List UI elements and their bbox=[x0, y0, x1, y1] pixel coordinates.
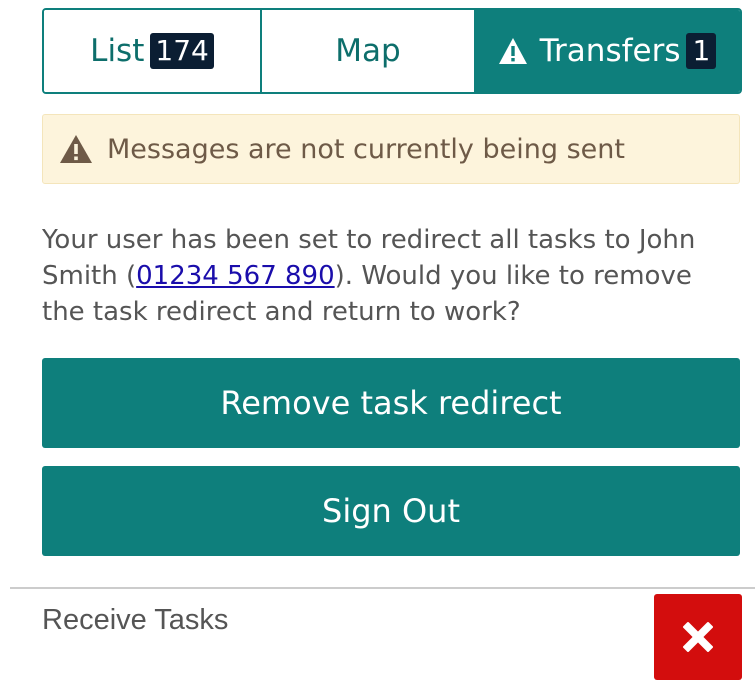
warning-icon bbox=[498, 38, 527, 64]
tab-list-label: List bbox=[90, 33, 145, 69]
tab-transfers-label: Transfers bbox=[539, 33, 681, 69]
receive-tasks-label: Receive Tasks bbox=[42, 604, 229, 636]
tab-map[interactable]: Map bbox=[262, 10, 474, 92]
tab-list-count-badge: 174 bbox=[150, 33, 214, 69]
messages-alert: Messages are not currently being sent bbox=[42, 114, 740, 184]
phone-link[interactable]: 01234 567 890 bbox=[136, 261, 335, 291]
alert-text: Messages are not currently being sent bbox=[107, 133, 625, 165]
tab-list[interactable]: List 174 bbox=[44, 10, 262, 92]
remove-task-redirect-button[interactable]: Remove task redirect bbox=[42, 358, 740, 448]
page: List 174 Map Transfers 1 Messages are no… bbox=[0, 0, 755, 682]
sign-out-button[interactable]: Sign Out bbox=[42, 466, 740, 556]
divider bbox=[10, 587, 755, 589]
receive-tasks-toggle[interactable] bbox=[654, 594, 742, 680]
view-tabs: List 174 Map Transfers 1 bbox=[42, 8, 742, 94]
warning-icon bbox=[60, 135, 92, 163]
redirect-message: Your user has been set to redirect all t… bbox=[42, 222, 742, 330]
tab-transfers-count-badge: 1 bbox=[686, 33, 717, 69]
tab-transfers[interactable]: Transfers 1 bbox=[474, 10, 740, 92]
close-icon bbox=[683, 622, 713, 652]
tab-map-label: Map bbox=[335, 33, 401, 69]
